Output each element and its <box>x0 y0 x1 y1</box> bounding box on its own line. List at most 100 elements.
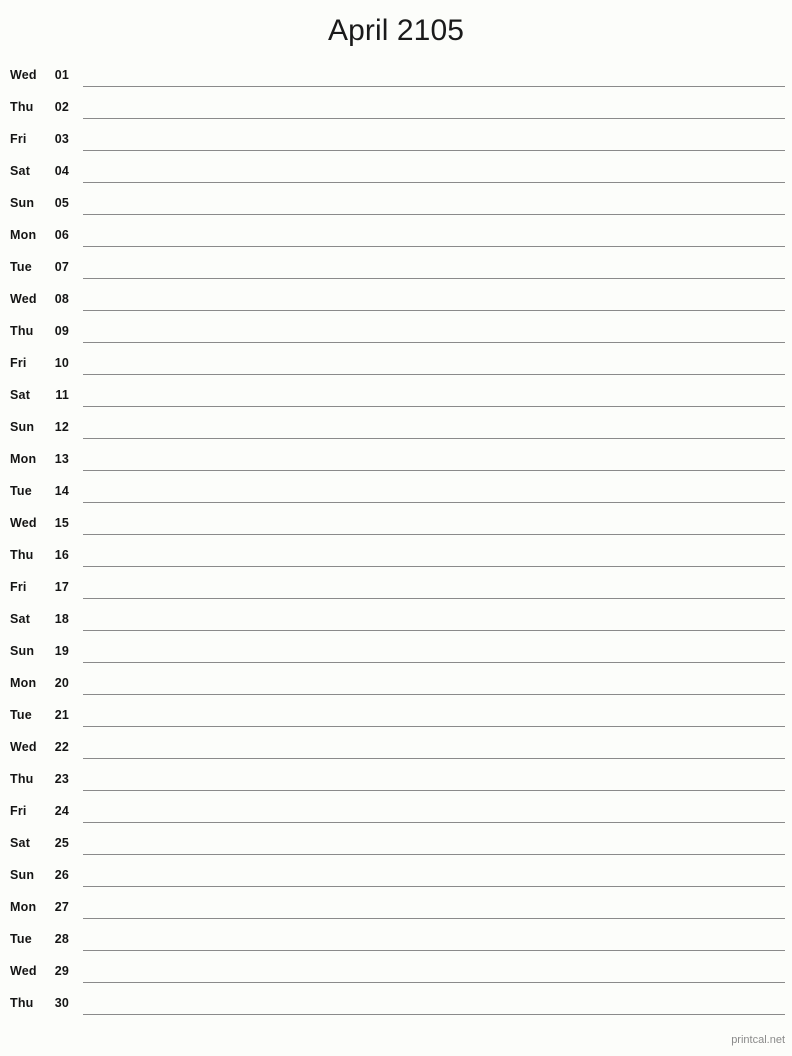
day-row[interactable]: Sun 19 <box>0 636 792 668</box>
notes-rule-line <box>83 502 785 503</box>
notes-write-area[interactable] <box>83 540 785 572</box>
day-row[interactable]: Wed 01 <box>0 60 792 92</box>
notes-write-area[interactable] <box>83 764 785 796</box>
day-row[interactable]: Thu 30 <box>0 988 792 1020</box>
weekday-label: Mon <box>10 452 37 466</box>
weekday-label: Wed <box>10 516 37 530</box>
day-number: 21 <box>54 708 69 722</box>
day-row[interactable]: Tue 14 <box>0 476 792 508</box>
notes-write-area[interactable] <box>83 668 785 700</box>
day-row[interactable]: Sun 12 <box>0 412 792 444</box>
notes-write-area[interactable] <box>83 732 785 764</box>
notes-write-area[interactable] <box>83 860 785 892</box>
day-number: 15 <box>54 516 69 530</box>
notes-rule-line <box>83 822 785 823</box>
page-title: April 2105 <box>327 14 465 47</box>
notes-rule-line <box>83 566 785 567</box>
day-number: 16 <box>54 548 69 562</box>
notes-rule-line <box>83 662 785 663</box>
weekday-label: Wed <box>10 68 37 82</box>
weekday-label: Fri <box>10 804 27 818</box>
notes-write-area[interactable] <box>83 220 785 252</box>
notes-write-area[interactable] <box>83 252 785 284</box>
weekday-label: Thu <box>10 772 34 786</box>
notes-rule-line <box>83 694 785 695</box>
day-row[interactable]: Tue 07 <box>0 252 792 284</box>
day-row[interactable]: Fri 03 <box>0 124 792 156</box>
weekday-label: Sun <box>10 420 35 434</box>
notes-write-area[interactable] <box>83 572 785 604</box>
day-number: 25 <box>54 836 69 850</box>
notes-rule-line <box>83 182 785 183</box>
day-row[interactable]: Sun 26 <box>0 860 792 892</box>
weekday-label: Thu <box>10 996 34 1010</box>
day-row[interactable]: Sun 05 <box>0 188 792 220</box>
day-row[interactable]: Wed 08 <box>0 284 792 316</box>
notes-rule-line <box>83 214 785 215</box>
day-row[interactable]: Mon 20 <box>0 668 792 700</box>
notes-write-area[interactable] <box>83 60 785 92</box>
day-row[interactable]: Tue 28 <box>0 924 792 956</box>
day-row[interactable]: Sat 18 <box>0 604 792 636</box>
notes-write-area[interactable] <box>83 316 785 348</box>
day-row[interactable]: Thu 09 <box>0 316 792 348</box>
notes-rule-line <box>83 470 785 471</box>
notes-write-area[interactable] <box>83 508 785 540</box>
day-row[interactable]: Wed 15 <box>0 508 792 540</box>
day-row[interactable]: Mon 06 <box>0 220 792 252</box>
day-row[interactable]: Sat 04 <box>0 156 792 188</box>
day-row[interactable]: Thu 16 <box>0 540 792 572</box>
day-row[interactable]: Thu 02 <box>0 92 792 124</box>
day-number: 23 <box>54 772 69 786</box>
notes-write-area[interactable] <box>83 988 785 1020</box>
notes-write-area[interactable] <box>83 380 785 412</box>
weekday-label: Sun <box>10 644 35 658</box>
calendar-page: April 2105 Wed 01 Thu 02 Fri 03 Sat 04 Sun 05 Mon 0… <box>0 0 792 1056</box>
day-row[interactable]: Sat 25 <box>0 828 792 860</box>
notes-write-area[interactable] <box>83 828 785 860</box>
day-row[interactable]: Fri 24 <box>0 796 792 828</box>
notes-write-area[interactable] <box>83 444 785 476</box>
day-number: 20 <box>54 676 69 690</box>
notes-rule-line <box>83 246 785 247</box>
notes-write-area[interactable] <box>83 156 785 188</box>
day-number: 09 <box>54 324 69 338</box>
notes-write-area[interactable] <box>83 476 785 508</box>
day-row[interactable]: Fri 10 <box>0 348 792 380</box>
notes-write-area[interactable] <box>83 796 785 828</box>
weekday-label: Sat <box>10 612 31 626</box>
notes-rule-line <box>83 118 785 119</box>
notes-write-area[interactable] <box>83 284 785 316</box>
day-row[interactable]: Sat 11 <box>0 380 792 412</box>
notes-write-area[interactable] <box>83 92 785 124</box>
notes-rule-line <box>83 598 785 599</box>
day-number: 07 <box>54 260 69 274</box>
day-number: 27 <box>54 900 69 914</box>
notes-write-area[interactable] <box>83 700 785 732</box>
day-row[interactable]: Tue 21 <box>0 700 792 732</box>
day-row[interactable]: Mon 13 <box>0 444 792 476</box>
day-number: 17 <box>54 580 69 594</box>
notes-write-area[interactable] <box>83 956 785 988</box>
notes-write-area[interactable] <box>83 636 785 668</box>
weekday-label: Mon <box>10 900 37 914</box>
day-row[interactable]: Wed 22 <box>0 732 792 764</box>
day-row[interactable]: Mon 27 <box>0 892 792 924</box>
day-number: 30 <box>54 996 69 1010</box>
notes-rule-line <box>83 342 785 343</box>
day-number: 18 <box>54 612 69 626</box>
weekday-label: Mon <box>10 228 37 242</box>
notes-write-area[interactable] <box>83 348 785 380</box>
notes-write-area[interactable] <box>83 604 785 636</box>
notes-write-area[interactable] <box>83 924 785 956</box>
notes-rule-line <box>83 406 785 407</box>
notes-write-area[interactable] <box>83 188 785 220</box>
notes-write-area[interactable] <box>83 412 785 444</box>
weekday-label: Wed <box>10 964 37 978</box>
day-number: 12 <box>54 420 69 434</box>
notes-write-area[interactable] <box>83 124 785 156</box>
notes-write-area[interactable] <box>83 892 785 924</box>
day-row[interactable]: Wed 29 <box>0 956 792 988</box>
day-row[interactable]: Fri 17 <box>0 572 792 604</box>
day-row[interactable]: Thu 23 <box>0 764 792 796</box>
